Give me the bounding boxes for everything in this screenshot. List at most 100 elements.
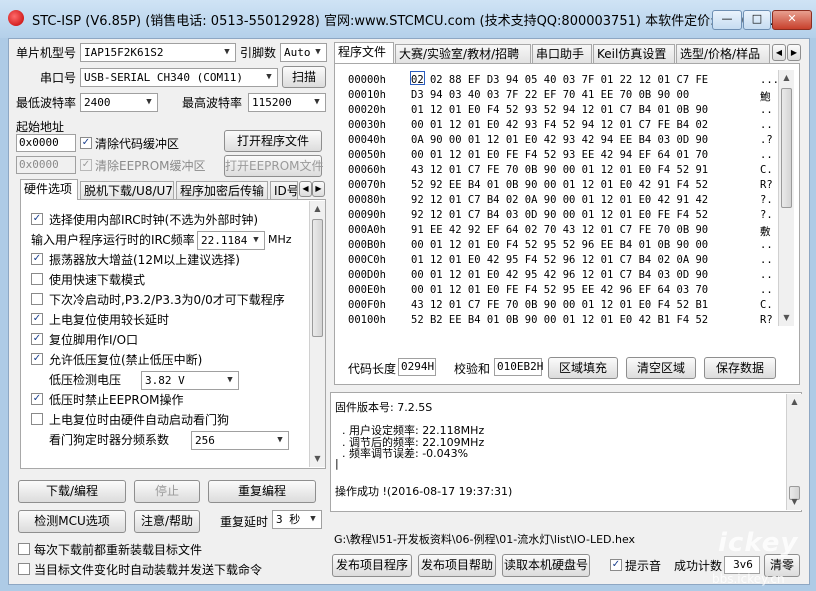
low-voltage-select[interactable]: 3.82 V ▼ (141, 371, 239, 390)
option-fast-download-checkbox[interactable] (31, 273, 43, 285)
option-reset-io-checkbox[interactable]: ✓ (31, 333, 43, 345)
hex-row-address: 000D0h (348, 269, 386, 281)
code-address-input[interactable]: 0x0000 (16, 134, 76, 152)
hex-row-address: 00030h (348, 119, 386, 131)
mhz-unit: MHz (268, 233, 292, 246)
right-tab-scroll-left[interactable]: ◀ (772, 44, 786, 61)
tab-selection-price[interactable]: 选型/价格/样品 (676, 44, 770, 63)
tab-scroll-right-button[interactable]: ▶ (312, 181, 325, 197)
option-watchdog-checkbox[interactable] (31, 413, 43, 425)
reload-before-download-checkbox[interactable] (18, 543, 30, 555)
option-label: 输入用户程序运行时的IRC频率 (31, 233, 195, 247)
option-label: 复位脚用作I/O口 (49, 333, 139, 347)
min-baud-value: 2400 (84, 96, 111, 109)
clear-region-button[interactable]: 清空区域 (626, 357, 696, 379)
options-scrollbar[interactable]: ▲ ▼ (309, 201, 325, 467)
watchdog-prescaler-value: 256 (195, 434, 215, 447)
hex-row-address: 000F0h (348, 299, 386, 311)
download-program-button[interactable]: 下载/编程 (18, 480, 126, 503)
option-label: 上电复位时由硬件自动启动看门狗 (49, 413, 230, 427)
chevron-down-icon: ▼ (315, 47, 321, 57)
hex-row-ascii: ?. (760, 194, 773, 206)
repeat-delay-select[interactable]: 3 秒 ▼ (272, 510, 322, 529)
hardware-options-panel: ✓ 选择使用内部IRC时钟(不选为外部时钟) 输入用户程序运行时的IRC频率 22… (20, 199, 326, 469)
open-eeprom-button[interactable]: 打开EEPROM文件 (224, 155, 324, 177)
min-baud-select[interactable]: 2400 ▼ (80, 93, 158, 112)
option-internal-irc-checkbox[interactable]: ✓ (31, 213, 43, 225)
hex-row-address: 000E0h (348, 284, 386, 296)
scroll-up-icon[interactable]: ▲ (779, 70, 794, 85)
detect-mcu-button[interactable]: 检测MCU选项 (18, 510, 126, 533)
minimize-button[interactable]: — (712, 10, 742, 30)
chevron-down-icon: ▼ (314, 97, 320, 107)
chevron-down-icon: ▼ (277, 435, 283, 445)
option-lv-eeprom-checkbox[interactable]: ✓ (31, 393, 43, 405)
checksum-value: 010EB2H (494, 358, 543, 376)
scroll-up-icon[interactable]: ▲ (787, 394, 802, 409)
mcu-model-select[interactable]: IAP15F2K61S2 ▼ (80, 43, 236, 62)
hex-row-address: 00040h (348, 134, 386, 146)
hex-editor[interactable]: 00000h 02 02 88 EF D3 94 05 40 03 7F 01 2… (340, 70, 779, 326)
auto-send-checkbox[interactable] (18, 563, 30, 575)
hex-scrollbar[interactable]: ▲ ▼ (778, 70, 794, 326)
open-program-button[interactable]: 打开程序文件 (224, 130, 322, 152)
tab-id[interactable]: ID号 (270, 181, 298, 200)
irc-frequency-select[interactable]: 22.1184 ▼ (197, 231, 265, 250)
hex-row-bytes: 00 01 12 01 E0 42 95 42 96 12 01 C7 B4 0… (411, 269, 709, 281)
publish-project-button[interactable]: 发布项目程序 (332, 554, 412, 577)
option-long-delay-checkbox[interactable]: ✓ (31, 313, 43, 325)
save-data-button[interactable]: 保存数据 (704, 357, 776, 379)
pins-select[interactable]: Auto ▼ (280, 43, 327, 62)
maximize-button[interactable]: □ (743, 10, 771, 30)
tab-encrypted-transfer[interactable]: 程序加密后传输 (176, 181, 268, 200)
beep-checkbox[interactable]: ✓ (610, 559, 622, 571)
chevron-down-icon: ▼ (146, 97, 152, 107)
watermark-url: bbs.ickey.cn (712, 572, 785, 586)
publish-help-button[interactable]: 发布项目帮助 (418, 554, 496, 577)
irc-frequency-value: 22.1184 (201, 234, 248, 247)
close-button[interactable]: ✕ (772, 10, 812, 30)
hex-row-ascii: C. (760, 299, 773, 311)
hex-row-ascii: .. (760, 284, 773, 296)
tab-offline-download[interactable]: 脱机下载/U8/U7 (80, 181, 174, 200)
scroll-down-icon[interactable]: ▼ (310, 451, 325, 466)
option-osc-gain-checkbox[interactable]: ✓ (31, 253, 43, 265)
scroll-down-icon[interactable]: ▼ (779, 310, 794, 325)
log-line: 固件版本号: 7.2.5S (335, 401, 433, 414)
help-button[interactable]: 注意/帮助 (134, 510, 200, 533)
chevron-down-icon: ▼ (227, 375, 233, 385)
chevron-down-icon: ▼ (253, 235, 259, 245)
code-length-value: 0294H (398, 358, 436, 376)
tab-program-file[interactable]: 程序文件 (334, 42, 394, 63)
option-cold-start-checkbox[interactable] (31, 293, 43, 305)
max-baud-select[interactable]: 115200 ▼ (248, 93, 326, 112)
tab-keil-sim[interactable]: Keil仿真设置 (593, 44, 675, 63)
tab-scroll-left-button[interactable]: ◀ (299, 181, 312, 197)
right-tab-scroll-right[interactable]: ▶ (787, 44, 801, 61)
tab-contest-lab[interactable]: 大赛/实验室/教材/招聘 (395, 44, 531, 63)
tab-serial-assistant[interactable]: 串口助手 (532, 44, 592, 63)
port-select[interactable]: USB-SERIAL CH340 (COM11) ▼ (80, 68, 278, 87)
watchdog-prescaler-select[interactable]: 256 ▼ (191, 431, 289, 450)
scan-button[interactable]: 扫描 (282, 66, 326, 88)
scroll-down-icon[interactable]: ▼ (787, 494, 802, 509)
stop-button[interactable]: 停止 (134, 480, 200, 503)
option-lvr-checkbox[interactable]: ✓ (31, 353, 43, 365)
hex-row-ascii: .. (760, 254, 773, 266)
hex-row-ascii: ... (760, 74, 779, 86)
eeprom-address-input[interactable]: 0x0000 (16, 156, 76, 174)
scrollbar-thumb[interactable] (781, 88, 792, 208)
tab-hardware-options[interactable]: 硬件选项 (20, 179, 78, 200)
reprogram-button[interactable]: 重复编程 (208, 480, 316, 503)
start-address-label: 起始地址 (16, 120, 65, 134)
mcu-model-value: IAP15F2K61S2 (84, 46, 164, 59)
scroll-up-icon[interactable]: ▲ (310, 201, 325, 216)
read-disk-id-button[interactable]: 读取本机硬盘号 (502, 554, 590, 577)
clear-eeprom-checkbox[interactable]: ✓ (80, 159, 92, 171)
clear-code-checkbox[interactable]: ✓ (80, 137, 92, 149)
scrollbar-thumb[interactable] (312, 219, 323, 337)
log-scrollbar[interactable]: ▲ ▼ (786, 394, 802, 510)
output-log: 固件版本号: 7.2.5S . 用户设定频率: 22.118MHz . 调节后的… (330, 392, 802, 512)
fill-region-button[interactable]: 区域填充 (548, 357, 618, 379)
hex-row-ascii: .. (760, 149, 773, 161)
